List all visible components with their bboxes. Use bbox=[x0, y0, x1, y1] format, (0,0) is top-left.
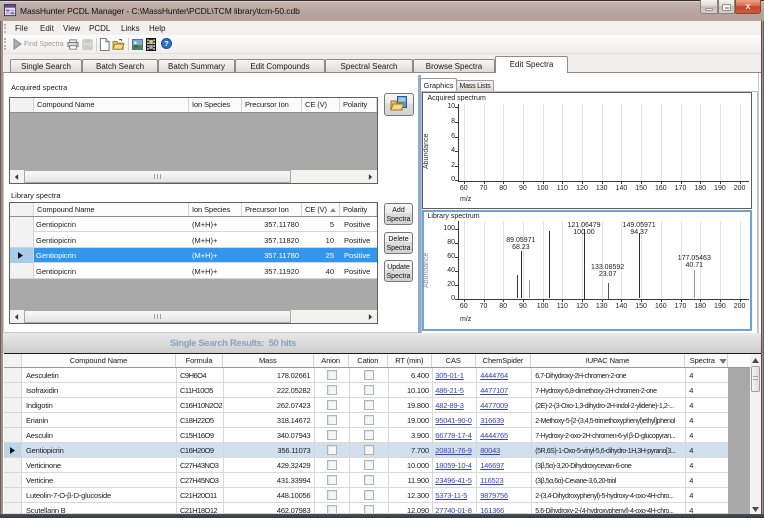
svg-text:?: ? bbox=[164, 39, 169, 48]
